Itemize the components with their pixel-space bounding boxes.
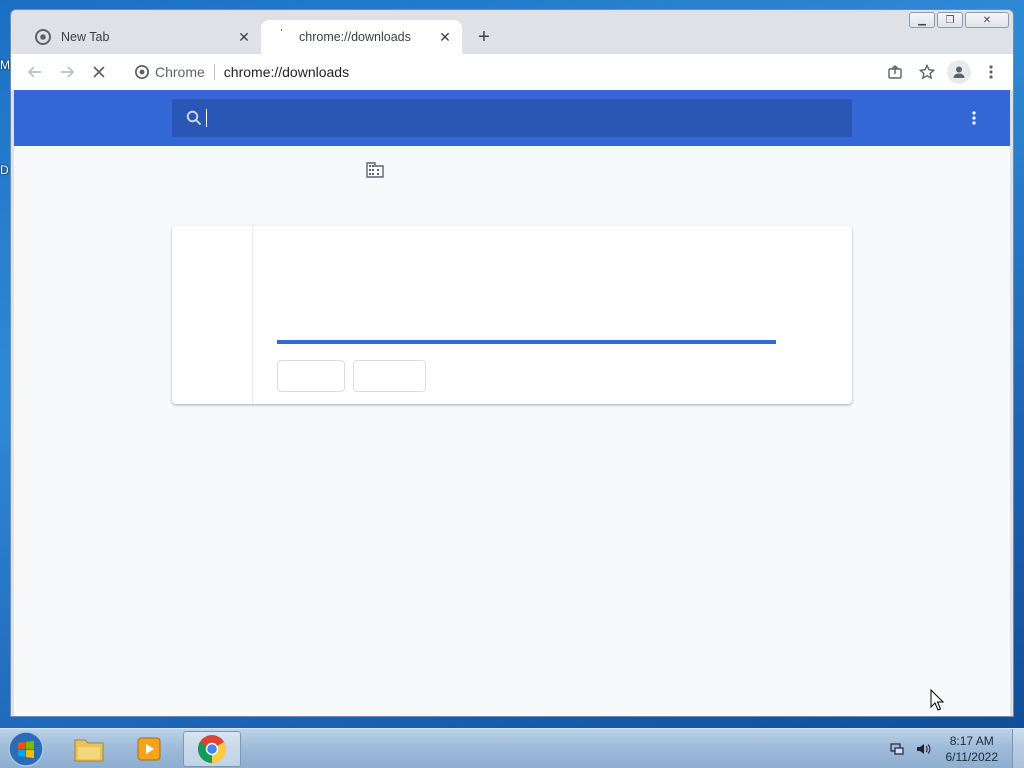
url-text[interactable]: chrome://downloads bbox=[224, 64, 349, 80]
downloads-more-actions-button[interactable] bbox=[962, 106, 986, 130]
media-player-icon bbox=[137, 737, 161, 761]
search-input[interactable] bbox=[207, 99, 852, 137]
download-action-button-2[interactable] bbox=[353, 360, 426, 392]
tab-title: New Tab bbox=[61, 30, 110, 44]
tab-downloads[interactable]: chrome://downloads ✕ bbox=[261, 20, 462, 54]
chrome-icon bbox=[198, 735, 226, 763]
search-icon bbox=[186, 110, 202, 126]
share-icon bbox=[888, 65, 902, 79]
share-button[interactable] bbox=[883, 60, 907, 84]
downloads-page bbox=[14, 90, 1010, 716]
kebab-menu-icon bbox=[972, 111, 976, 125]
download-action-button-1[interactable] bbox=[277, 360, 345, 392]
tab-title: chrome://downloads bbox=[299, 30, 411, 44]
loading-spinner-icon bbox=[273, 29, 289, 45]
taskbar-clock[interactable]: 8:17 AM 6/11/2022 bbox=[946, 733, 999, 765]
taskbar-chrome[interactable] bbox=[183, 731, 241, 767]
building-icon bbox=[366, 160, 384, 178]
taskbar-media-player[interactable] bbox=[121, 731, 179, 767]
network-icon[interactable] bbox=[887, 739, 907, 759]
star-icon bbox=[919, 64, 935, 80]
close-window-button[interactable]: ✕ bbox=[965, 12, 1009, 28]
back-button[interactable] bbox=[21, 58, 49, 86]
windows-taskbar: 8:17 AM 6/11/2022 bbox=[0, 728, 1024, 768]
toolbar-actions bbox=[883, 60, 1003, 84]
forward-arrow-icon bbox=[61, 66, 75, 78]
profile-button[interactable] bbox=[947, 60, 971, 84]
clock-time: 8:17 AM bbox=[949, 734, 994, 748]
minimize-button[interactable]: ▁ bbox=[909, 12, 935, 28]
stop-button[interactable] bbox=[85, 58, 113, 86]
downloads-header bbox=[14, 90, 1010, 146]
chrome-menu-button[interactable] bbox=[979, 60, 1003, 84]
restore-button[interactable]: ❐ bbox=[937, 12, 963, 28]
bookmark-button[interactable] bbox=[915, 60, 939, 84]
download-item-card bbox=[172, 226, 852, 404]
browser-toolbar: Chrome chrome://downloads bbox=[11, 54, 1013, 90]
windows-logo-icon bbox=[8, 731, 44, 767]
chrome-window: New Tab ✕ chrome://downloads ✕ + ▁ ❐ ✕ C… bbox=[10, 9, 1014, 717]
desktop-icon-label-d: D bbox=[0, 163, 9, 177]
downloads-search-bar[interactable] bbox=[172, 99, 852, 137]
omnibox-divider bbox=[213, 64, 215, 80]
taskbar-file-explorer[interactable] bbox=[60, 731, 118, 767]
desktop-icon-label-m: M bbox=[0, 58, 10, 72]
chrome-favicon-icon bbox=[35, 29, 51, 45]
kebab-menu-icon bbox=[989, 65, 993, 79]
back-arrow-icon bbox=[27, 66, 41, 78]
mouse-cursor-icon bbox=[930, 689, 944, 711]
download-progress-fill bbox=[277, 340, 776, 344]
system-tray: 8:17 AM 6/11/2022 bbox=[884, 729, 1024, 768]
profile-icon bbox=[953, 66, 965, 78]
window-controls: ▁ ❐ ✕ bbox=[909, 12, 1009, 28]
site-label: Chrome bbox=[155, 64, 205, 80]
forward-button[interactable] bbox=[53, 58, 81, 86]
download-progress-bar bbox=[277, 340, 776, 344]
download-file-icon-area bbox=[172, 226, 253, 404]
start-button[interactable] bbox=[6, 731, 46, 767]
show-desktop-button[interactable] bbox=[1012, 729, 1024, 768]
stop-loading-icon bbox=[93, 66, 105, 78]
tab-new-tab[interactable]: New Tab ✕ bbox=[23, 20, 261, 54]
omnibox[interactable]: Chrome chrome://downloads bbox=[125, 57, 995, 87]
close-tab-icon[interactable]: ✕ bbox=[233, 26, 255, 48]
file-explorer-icon bbox=[74, 739, 104, 762]
close-tab-icon[interactable]: ✕ bbox=[434, 26, 456, 48]
chrome-site-icon bbox=[135, 65, 149, 79]
clock-date: 6/11/2022 bbox=[945, 750, 999, 764]
tab-strip: New Tab ✕ chrome://downloads ✕ + ▁ ❐ ✕ bbox=[11, 10, 1013, 54]
new-tab-button[interactable]: + bbox=[473, 26, 495, 48]
volume-icon[interactable] bbox=[913, 739, 933, 759]
